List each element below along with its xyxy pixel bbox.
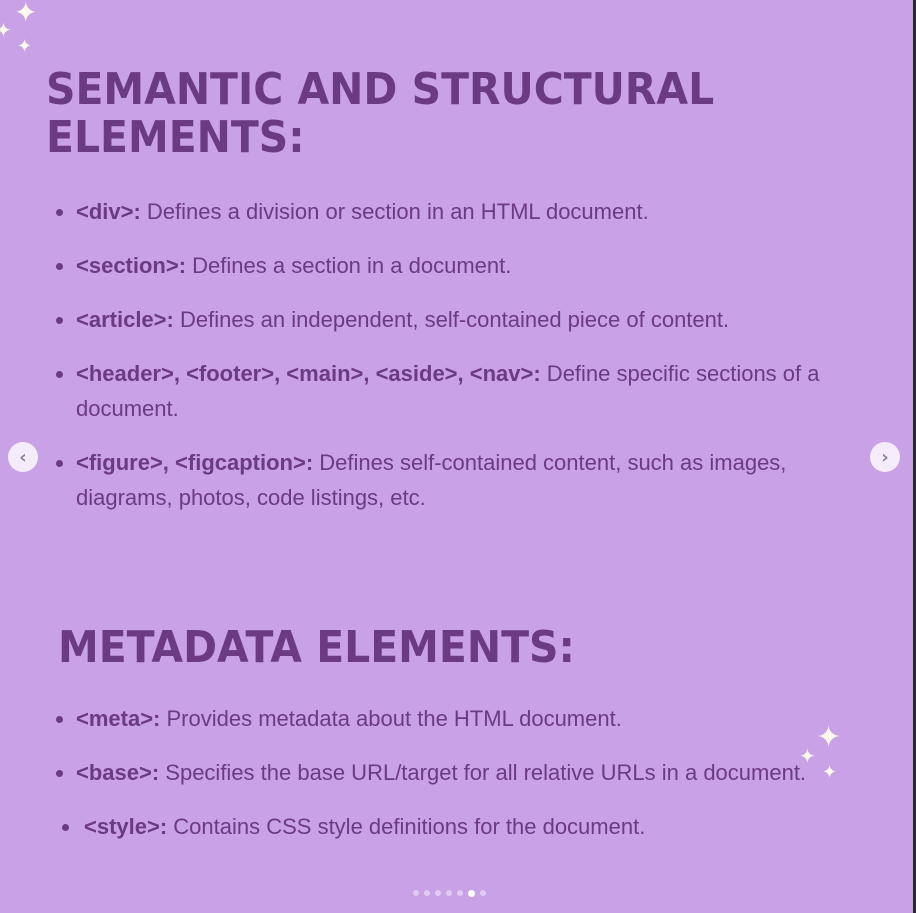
element-tag: <figure>, <figcaption>:: [76, 450, 314, 475]
pagination-dot[interactable]: [424, 890, 430, 896]
section-heading-metadata: METADATA ELEMENTS:: [58, 622, 575, 673]
element-tag: <base>:: [76, 760, 160, 785]
chevron-left-icon: ‹: [19, 446, 27, 468]
list-item: <article>: Defines an independent, self-…: [52, 302, 842, 337]
list-item: <base>: Specifies the base URL/target fo…: [52, 755, 842, 790]
section-heading-semantic: SEMANTIC AND STRUCTURAL ELEMENTS:: [46, 64, 715, 163]
pagination-dot[interactable]: [446, 890, 452, 896]
previous-slide-button[interactable]: ‹: [8, 442, 38, 472]
sparkle-icon: ✦: [14, 0, 38, 29]
pagination-dot[interactable]: [480, 890, 486, 896]
metadata-elements-list: <meta>: Provides metadata about the HTML…: [52, 701, 842, 863]
element-description: Provides metadata about the HTML documen…: [160, 706, 622, 731]
list-item: <section>: Defines a section in a docume…: [52, 248, 842, 283]
pagination-dot[interactable]: [457, 890, 463, 896]
pagination-dot[interactable]: [435, 890, 441, 896]
semantic-elements-list: <div>: Defines a division or section in …: [52, 194, 842, 534]
list-item: <header>, <footer>, <main>, <aside>, <na…: [52, 356, 842, 426]
sparkle-icon: ✦: [0, 18, 12, 42]
element-tag: <meta>:: [76, 706, 161, 731]
list-item: <style>: Contains CSS style definitions …: [52, 809, 842, 844]
element-description: Specifies the base URL/target for all re…: [159, 760, 807, 785]
list-item: <div>: Defines a division or section in …: [52, 194, 842, 229]
next-slide-button[interactable]: ›: [870, 442, 900, 472]
element-tag: <div>:: [76, 199, 141, 224]
pagination-dot[interactable]: [413, 890, 419, 896]
sparkle-icon: ✦: [17, 36, 33, 57]
list-item: <figure>, <figcaption>: Defines self-con…: [52, 445, 842, 515]
element-tag: <section>:: [76, 253, 187, 278]
element-tag: <style>:: [84, 814, 168, 839]
chevron-right-icon: ›: [881, 446, 889, 468]
element-description: Defines an independent, self-contained p…: [173, 307, 730, 332]
element-tag: <article>:: [76, 307, 174, 332]
list-item: <meta>: Provides metadata about the HTML…: [52, 701, 842, 736]
element-description: Defines a division or section in an HTML…: [140, 199, 649, 224]
carousel-pagination: [413, 889, 486, 897]
element-tag: <header>, <footer>, <main>, <aside>, <na…: [76, 361, 541, 386]
element-description: Contains CSS style definitions for the d…: [167, 814, 646, 839]
element-description: Defines a section in a document.: [186, 253, 512, 278]
pagination-dot[interactable]: [468, 889, 475, 897]
